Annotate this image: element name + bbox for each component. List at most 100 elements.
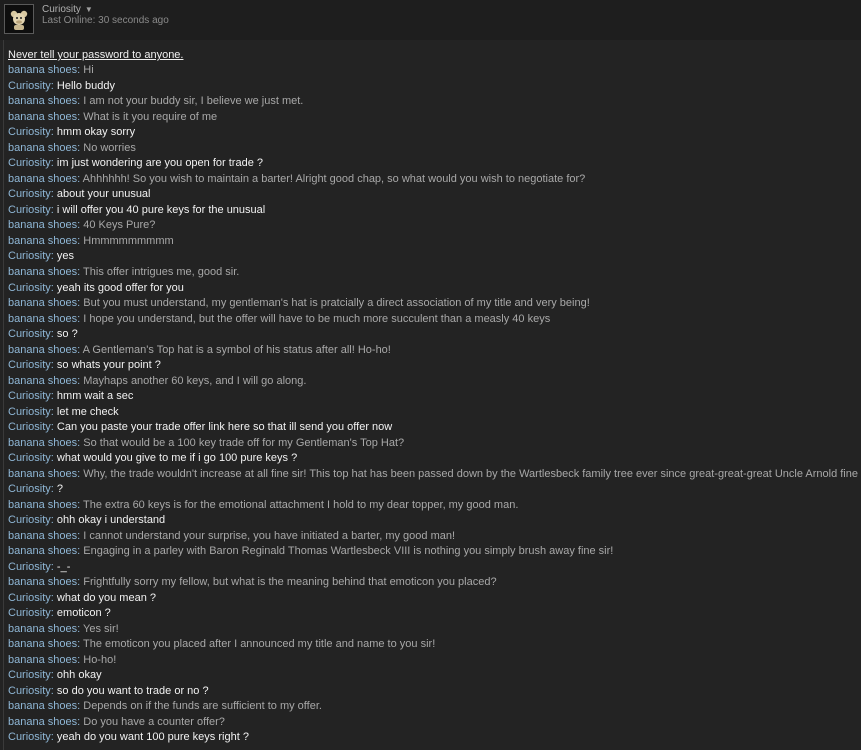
message-sender[interactable]: Curiosity (8, 607, 51, 619)
message-sender[interactable]: banana shoes (8, 700, 77, 712)
message-sender[interactable]: banana shoes (8, 173, 77, 185)
message-sender[interactable]: Curiosity (8, 126, 51, 138)
message-text: I cannot understand your surprise, you h… (83, 529, 456, 542)
message-sender[interactable]: Curiosity (8, 483, 51, 495)
message-sender[interactable]: banana shoes (8, 623, 77, 635)
contact-name: Curiosity (42, 4, 81, 15)
message-sender[interactable]: Curiosity (8, 250, 51, 262)
message-sender[interactable]: banana shoes (8, 235, 77, 247)
message-text: Hmmmmmmmmm (83, 234, 174, 247)
chat-message: banana shoes: Engaging in a parley with … (8, 544, 858, 560)
message-text: Can you paste your trade offer link here… (56, 421, 393, 434)
message-sender[interactable]: banana shoes (8, 468, 77, 480)
divider (3, 40, 4, 750)
message-sender[interactable]: banana shoes (8, 313, 77, 325)
message-text: so whats your point ? (56, 359, 161, 372)
chat-message: banana shoes: I cannot understand your s… (8, 529, 858, 545)
message-sender[interactable]: banana shoes (8, 344, 77, 356)
chat-message: Curiosity: about your unusual (8, 187, 858, 203)
message-text: emoticon ? (56, 607, 111, 620)
message-sender[interactable]: banana shoes (8, 716, 77, 728)
chat-message: banana shoes: Hi (8, 63, 858, 79)
chat-message: Curiosity: yeah do you want 100 pure key… (8, 730, 858, 746)
message-text: yeah its good offer for you (56, 281, 184, 294)
message-sender[interactable]: Curiosity (8, 282, 51, 294)
message-sender[interactable]: banana shoes (8, 530, 77, 542)
message-text: so ? (56, 328, 78, 341)
chat-message: Curiosity: yeah its good offer for you (8, 281, 858, 297)
message-sender[interactable]: banana shoes (8, 576, 77, 588)
chat-message: banana shoes: 40 Keys Pure? (8, 218, 858, 234)
chat-message: Curiosity: ohh okay i understand (8, 513, 858, 529)
message-sender[interactable]: banana shoes (8, 499, 77, 511)
message-sender[interactable]: banana shoes (8, 638, 77, 650)
message-sender[interactable]: Curiosity (8, 204, 51, 216)
chat-message: banana shoes: But you must understand, m… (8, 296, 858, 312)
message-sender[interactable]: Curiosity (8, 188, 51, 200)
chat-message: Curiosity: ? (8, 482, 858, 498)
chat-message: banana shoes: Do you have a counter offe… (8, 715, 858, 731)
message-sender[interactable]: banana shoes (8, 95, 77, 107)
message-sender[interactable]: Curiosity (8, 406, 51, 418)
chat-message: Curiosity: so whats your point ? (8, 358, 858, 374)
chat-message: Curiosity: so ? (8, 327, 858, 343)
contact-name-dropdown[interactable]: Curiosity ▼ (42, 4, 93, 15)
message-text: about your unusual (56, 188, 151, 201)
message-sender[interactable]: banana shoes (8, 375, 77, 387)
chat-message: Curiosity: what would you give to me if … (8, 451, 858, 467)
message-sender[interactable]: Curiosity (8, 421, 51, 433)
message-text: Ho-ho! (83, 653, 117, 666)
message-text: Why, the trade wouldn't increase at all … (83, 467, 861, 480)
message-text: The extra 60 keys is for the emotional a… (83, 498, 519, 511)
security-warning: Never tell your password to anyone. (8, 49, 184, 61)
message-text: so do you want to trade or no ? (56, 684, 209, 697)
chat-message: Curiosity: ohh okay (8, 668, 858, 684)
message-sender[interactable]: banana shoes (8, 545, 77, 557)
message-text: yes (56, 250, 75, 263)
message-sender[interactable]: banana shoes (8, 219, 77, 231)
message-sender[interactable]: banana shoes (8, 64, 77, 76)
message-sender[interactable]: banana shoes (8, 297, 77, 309)
message-sender[interactable]: Curiosity (8, 80, 51, 92)
message-text: But you must understand, my gentleman's … (83, 297, 590, 310)
message-sender[interactable]: banana shoes (8, 437, 77, 449)
message-sender[interactable]: Curiosity (8, 731, 51, 743)
message-sender[interactable]: Curiosity (8, 685, 51, 697)
message-sender[interactable]: Curiosity (8, 561, 51, 573)
chevron-down-icon[interactable]: ▼ (85, 5, 93, 14)
chat-message: banana shoes: I am not your buddy sir, I… (8, 94, 858, 110)
message-sender[interactable]: Curiosity (8, 514, 51, 526)
chat-message: Curiosity: Can you paste your trade offe… (8, 420, 858, 436)
message-text: So that would be a 100 key trade off for… (83, 436, 405, 449)
message-sender[interactable]: Curiosity (8, 592, 51, 604)
chat-message: banana shoes: Why, the trade wouldn't in… (8, 467, 861, 483)
message-text: The emoticon you placed after I announce… (83, 638, 436, 651)
chat-message: Curiosity: i will offer you 40 pure keys… (8, 203, 858, 219)
message-sender[interactable]: banana shoes (8, 142, 77, 154)
message-text: What is it you require of me (83, 110, 218, 123)
chat-message: banana shoes: The extra 60 keys is for t… (8, 498, 858, 514)
message-sender[interactable]: Curiosity (8, 669, 51, 681)
monkey-avatar-icon (5, 5, 33, 33)
message-text: Do you have a counter offer? (83, 715, 225, 728)
message-sender[interactable]: banana shoes (8, 266, 77, 278)
message-sender[interactable]: Curiosity (8, 328, 51, 340)
message-text: I am not your buddy sir, I believe we ju… (83, 95, 304, 108)
chat-message: Curiosity: im just wondering are you ope… (8, 156, 858, 172)
message-sender[interactable]: banana shoes (8, 654, 77, 666)
message-text: hmm okay sorry (56, 126, 136, 139)
message-sender[interactable]: Curiosity (8, 359, 51, 371)
message-sender[interactable]: banana shoes (8, 111, 77, 123)
chat-message: Curiosity: emoticon ? (8, 606, 858, 622)
message-text: Ahhhhhh! So you wish to maintain a barte… (82, 172, 586, 185)
message-text: ? (56, 483, 64, 496)
avatar[interactable] (4, 4, 34, 34)
message-sender[interactable]: Curiosity (8, 390, 51, 402)
message-sender[interactable]: Curiosity (8, 452, 51, 464)
message-sender[interactable]: Curiosity (8, 157, 51, 169)
chat-message: banana shoes: Depends on if the funds ar… (8, 699, 858, 715)
chat-log: Never tell your password to anyone. bana… (8, 48, 861, 746)
message-text: what do you mean ? (56, 591, 156, 604)
chat-message: Curiosity: hmm okay sorry (8, 125, 858, 141)
chat-message: Curiosity: what do you mean ? (8, 591, 858, 607)
